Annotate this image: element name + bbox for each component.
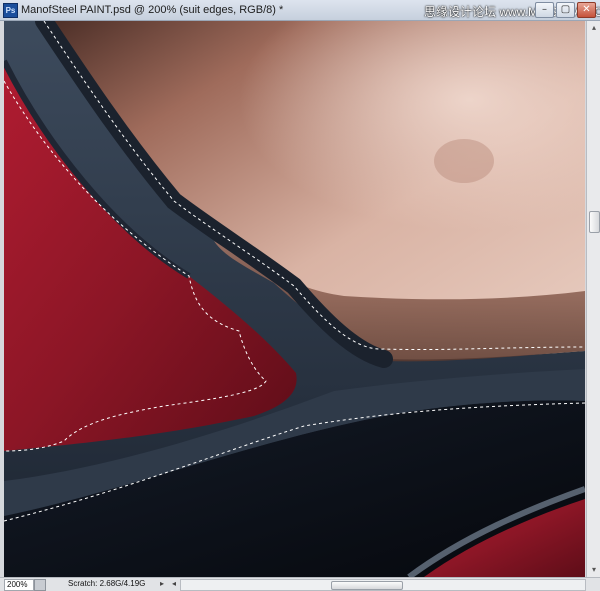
close-button[interactable]: ✕ [577, 2, 596, 18]
scroll-down-arrow-icon[interactable]: ▾ [587, 563, 600, 577]
scroll-left-arrow-icon[interactable]: ◂ [172, 579, 176, 588]
scratch-size-readout: Scratch: 2.68G/4.19G [68, 579, 146, 588]
zoom-level-field[interactable]: 200% [4, 579, 34, 591]
image-canvas[interactable] [4, 21, 585, 577]
document-title: ManofSteel PAINT.psd @ 200% (suit edges,… [21, 4, 284, 16]
artwork [4, 21, 585, 577]
status-info-icon[interactable] [34, 579, 46, 591]
title-bar[interactable]: Ps ManofSteel PAINT.psd @ 200% (suit edg… [0, 0, 600, 21]
document-window: Ps ManofSteel PAINT.psd @ 200% (suit edg… [0, 0, 600, 591]
photoshop-app-icon: Ps [3, 3, 18, 18]
horizontal-scrollbar[interactable] [180, 579, 586, 591]
horizontal-scroll-thumb[interactable] [331, 581, 403, 590]
status-menu-arrow-icon[interactable]: ▸ [160, 579, 164, 588]
scroll-up-arrow-icon[interactable]: ▴ [587, 21, 600, 35]
vertical-scrollbar[interactable]: ▴ ▾ [586, 21, 600, 577]
minimize-button[interactable]: – [535, 2, 554, 18]
restore-button[interactable]: ▢ [556, 2, 575, 18]
window-controls: – ▢ ✕ [535, 2, 596, 18]
status-bar: 200% Scratch: 2.68G/4.19G ▸ ◂ [0, 577, 600, 591]
vertical-scroll-thumb[interactable] [589, 211, 600, 233]
